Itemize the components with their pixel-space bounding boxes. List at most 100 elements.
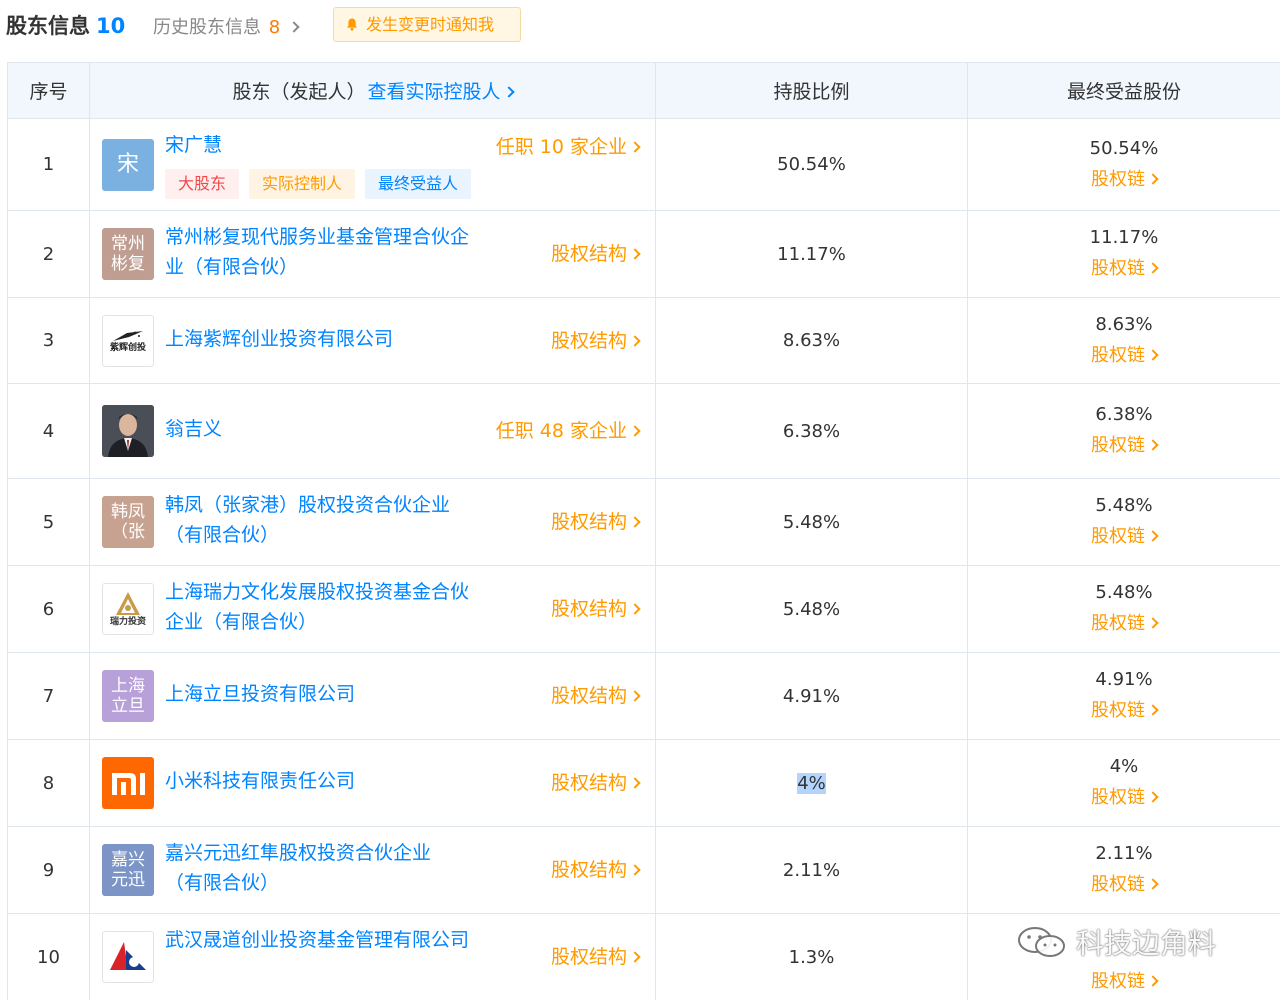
ratio-cell: 2.11% [656,827,968,914]
tag-list: 大股东 实际控制人 最终受益人 [165,169,481,199]
equity-structure-link[interactable]: 股权结构 [551,326,641,353]
equity-chain-label: 股权链 [1091,971,1145,992]
beneficial-value: 4.91% [1095,669,1153,690]
equity-structure-label: 股权结构 [550,685,627,707]
zihui-logo-text: 紫辉创投 [109,342,146,353]
equity-chain-label: 股权链 [1091,613,1145,634]
equity-structure-link[interactable]: 股权结构 [551,942,641,969]
positions-link[interactable]: 任职 48 家企业 [496,416,641,443]
ratio-value: 5.48% [782,511,841,533]
equity-structure-link[interactable]: 股权结构 [551,768,641,795]
beneficial-cell: 6.38% 股权链 [968,384,1280,479]
shareholder-cell: 翁吉义 任职 48 家企业 [90,384,656,479]
equity-chain-link[interactable]: 股权链 [1091,340,1159,372]
equity-structure-link[interactable]: 股权结构 [550,681,641,708]
chevron-right-icon [1147,975,1159,987]
equity-chain-link[interactable]: 股权链 [1091,782,1159,814]
equity-chain-link[interactable]: 股权链 [1091,253,1159,285]
wuhan-shengdao-logo [102,931,154,983]
chevron-right-icon [629,690,641,702]
shareholder-name-link[interactable]: 小米科技有限责任公司 [165,766,485,796]
beneficial-cell: 8.63% 股权链 [968,298,1280,384]
watermark: 科技边角料 [1016,922,1216,962]
col-header-shareholder-label: 股东（发起人） [232,81,366,103]
star-mark-icon [113,330,143,341]
row-index: 8 [8,740,90,827]
shareholder-name-link[interactable]: 上海紫辉创业投资有限公司 [165,324,485,354]
shareholder-cell: 小米科技有限责任公司 股权结构 [90,740,656,827]
ruili-logo: 瑞力投资 [102,583,154,635]
chevron-right-icon [629,248,641,260]
notify-on-change-button[interactable]: 发生变更时通知我 [333,7,521,42]
shareholder-name-link[interactable]: 宋广慧 [165,130,485,160]
shareholder-name-link[interactable]: 常州彬复现代服务业基金管理合伙企业（有限合伙） [165,222,475,282]
history-shareholders-link[interactable]: 历史股东信息 8 [153,13,300,39]
row-index: 7 [8,653,90,740]
equity-chain-link[interactable]: 股权链 [1091,966,1159,998]
history-label: 历史股东信息 [153,17,261,38]
equity-chain-link[interactable]: 股权链 [1091,164,1159,196]
beneficial-value: 50.54% [1089,137,1159,159]
person-photo [102,405,154,457]
chevron-right-icon [629,425,641,437]
col-header-shareholder: 股东（发起人） 查看实际控股人 [90,63,656,119]
equity-chain-link[interactable]: 股权链 [1091,608,1159,640]
ratio-value: 8.63% [782,330,841,351]
equity-structure-link[interactable]: 股权结构 [551,507,641,534]
chevron-right-icon [288,21,300,33]
equity-structure-link[interactable]: 股权结构 [551,594,641,621]
equity-chain-label: 股权链 [1091,435,1145,456]
ruili-logo-text: 瑞力投资 [109,616,146,627]
equity-chain-link[interactable]: 股权链 [1091,869,1159,901]
positions-label: 任职 10 家企业 [495,136,627,158]
row-index: 6 [8,566,90,653]
ratio-value: 50.54% [777,154,846,175]
shareholder-name-link[interactable]: 韩凤（张家港）股权投资合伙企业（有限合伙） [165,490,475,550]
beneficial-value: 8.63% [1095,313,1153,335]
wechat-icon [1018,927,1065,957]
tag-actual-controller: 实际控制人 [249,169,356,199]
tag-ultimate-beneficiary: 最终受益人 [365,169,472,199]
equity-chain-label: 股权链 [1091,258,1145,279]
shareholder-avatar: 韩凤（张 [102,496,154,548]
shareholder-avatar: 上海立旦 [102,670,154,722]
chevron-right-icon [1147,704,1159,716]
equity-structure-link[interactable]: 股权结构 [551,239,641,266]
equity-structure-link[interactable]: 股权结构 [551,855,641,882]
shareholder-name-link[interactable]: 上海立旦投资有限公司 [165,679,485,709]
chevron-right-icon [629,335,641,347]
shareholder-name-link[interactable]: 上海瑞力文化发展股权投资基金合伙企业（有限合伙） [165,577,475,637]
ratio-value-selected: 4% [797,772,826,794]
equity-chain-label: 股权链 [1091,787,1145,808]
shareholder-name-link[interactable]: 翁吉义 [165,414,485,444]
chevron-right-icon [629,603,641,615]
beneficial-cell: 11.17% 股权链 [968,211,1280,298]
equity-chain-link[interactable]: 股权链 [1091,521,1159,553]
equity-chain-link[interactable]: 股权链 [1091,695,1159,727]
shareholder-avatar: 嘉兴元迅 [102,844,154,896]
row-index: 5 [8,479,90,566]
equity-chain-link[interactable]: 股权链 [1091,430,1159,462]
row-index: 9 [8,827,90,914]
chevron-right-icon [1147,617,1159,629]
shareholder-name-link[interactable]: 武汉晟道创业投资基金管理有限公司 [165,925,475,955]
notify-label: 发生变更时通知我 [366,15,495,34]
shareholder-cell: 宋 宋广慧 任职 10 家企业 大股东 实际控制人 最终受益人 [90,119,656,211]
top-bar: 股东信息 10 历史股东信息 8 发生变更时通知我 [0,0,1280,52]
beneficial-cell: 4.91% 股权链 [968,653,1280,740]
shareholder-cell: 嘉兴元迅 嘉兴元迅红隼股权投资合伙企业（有限合伙） 股权结构 [90,827,656,914]
beneficial-cell: 5.48% 股权链 [968,479,1280,566]
beneficial-cell: 4% 股权链 [968,740,1280,827]
ratio-cell: 50.54% [656,119,968,211]
beneficial-value: 6.38% [1095,404,1153,425]
ratio-value: 6.38% [782,420,841,442]
view-actual-controller-link[interactable]: 查看实际控股人 [367,77,515,104]
equity-chain-label: 股权链 [1091,168,1145,190]
ratio-cell: 4.91% [656,653,968,740]
section-title: 股东信息 10 [6,10,125,40]
shareholder-name-link[interactable]: 嘉兴元迅红隼股权投资合伙企业（有限合伙） [165,838,465,898]
positions-link[interactable]: 任职 10 家企业 [495,132,641,159]
chevron-right-icon [1147,791,1159,803]
tag-major-shareholder: 大股东 [165,169,240,199]
view-actual-controller-label: 查看实际控股人 [367,81,501,103]
